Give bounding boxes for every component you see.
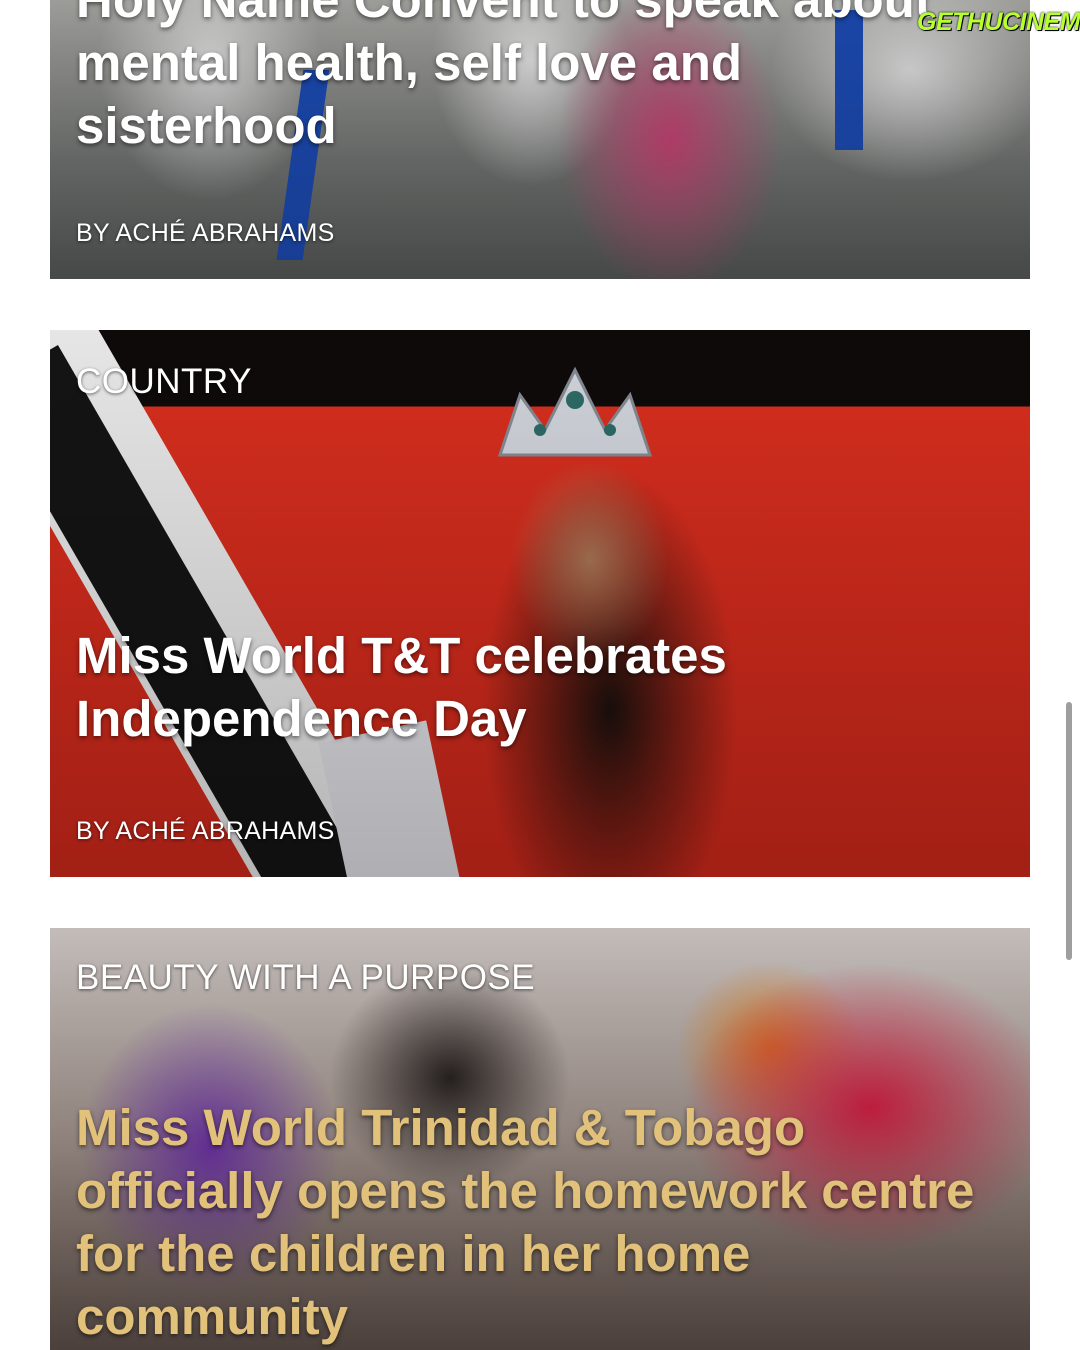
vertical-scrollbar[interactable] — [1066, 702, 1072, 960]
article-card-independence-day[interactable]: COUNTRY Miss World T&T celebrates Indepe… — [50, 330, 1030, 877]
article-title[interactable]: Holy Name Convent to speak about mental … — [76, 0, 996, 157]
watermark-text-part1: GETHU — [917, 7, 1003, 36]
article-card-holy-name[interactable]: Holy Name Convent to speak about mental … — [50, 0, 1030, 279]
article-byline: BY ACHÉ ABRAHAMS — [76, 219, 335, 247]
watermark-text-part2: CINEMA — [1002, 7, 1080, 36]
article-title[interactable]: Miss World Trinidad & Tobago officially … — [76, 1096, 996, 1348]
article-title[interactable]: Miss World T&T celebrates Independence D… — [76, 624, 996, 750]
article-card-homework-centre[interactable]: BEAUTY WITH A PURPOSE Miss World Trinida… — [50, 928, 1030, 1350]
article-byline: BY ACHÉ ABRAHAMS — [76, 817, 335, 845]
image-overlay — [50, 330, 1030, 877]
article-category[interactable]: COUNTRY — [76, 362, 252, 402]
article-category[interactable]: BEAUTY WITH A PURPOSE — [76, 958, 535, 998]
channel-watermark: GETHU CINEMA — [917, 6, 1080, 38]
